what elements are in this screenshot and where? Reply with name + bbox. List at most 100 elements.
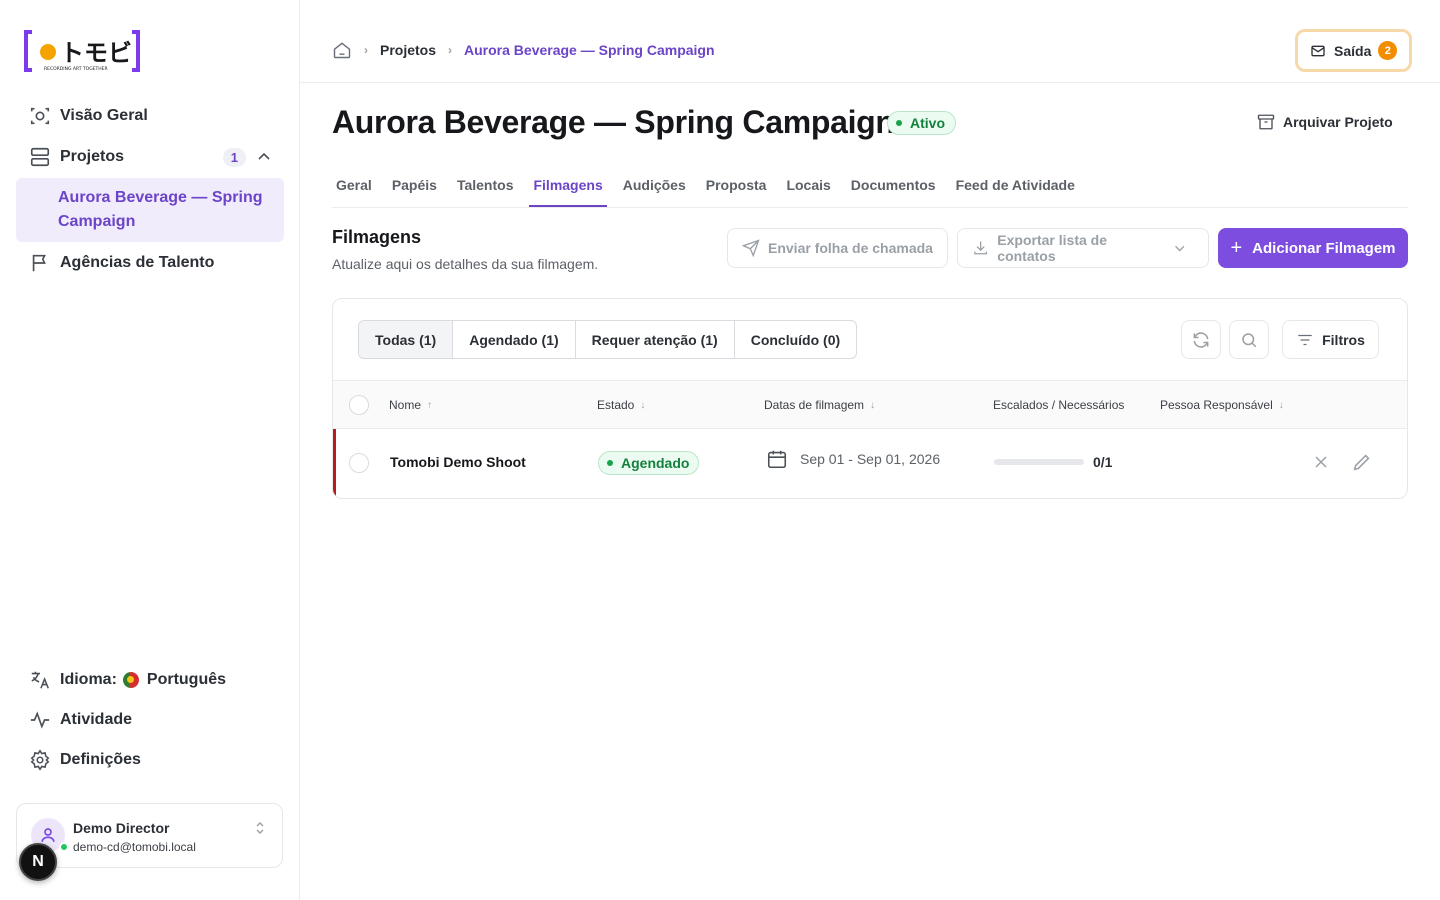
pencil-icon[interactable]: [1351, 451, 1373, 473]
sidebar-item-label: Agências de Talento: [60, 254, 215, 271]
tab-activity-feed[interactable]: Feed de Atividade: [952, 168, 1079, 207]
select-all-checkbox[interactable]: [349, 395, 369, 415]
mail-icon: [1311, 45, 1325, 56]
sidebar-item-label: Projetos: [60, 148, 125, 165]
column-label: Datas de filmagem: [764, 398, 865, 412]
language-selector[interactable]: Idioma: Português: [16, 660, 284, 700]
shoot-dates-label: Sep 01 - Sep 01, 2026: [800, 451, 941, 467]
activity-icon: [28, 708, 52, 732]
table-header: Nome ↑ Estado ↓ Datas de filmagem ↓ Escalad…: [333, 380, 1407, 429]
sidebar-item-settings[interactable]: Definições: [16, 740, 284, 780]
tab-documents[interactable]: Documentos: [847, 168, 940, 207]
table-row[interactable]: Tomobi Demo Shoot Agendado Sep 01 - Sep …: [333, 429, 1407, 498]
add-shoot-button[interactable]: + Adicionar Filmagem: [1218, 228, 1408, 268]
tab-general[interactable]: Geral: [332, 168, 376, 207]
breadcrumb-current[interactable]: Aurora Beverage — Spring Campaign: [464, 42, 715, 58]
archive-project-button[interactable]: Arquivar Projeto: [1257, 113, 1393, 131]
status-badge: Agendado: [598, 451, 700, 475]
home-icon[interactable]: [332, 40, 352, 60]
section-title: Filmagens: [332, 227, 422, 247]
segment-all[interactable]: Todas (1): [359, 321, 454, 358]
user-email: demo-cd@tomobi.local: [73, 840, 196, 854]
column-label: Escalados / Necessários: [993, 398, 1125, 412]
chevron-right-icon: ›: [448, 43, 453, 57]
column-shoot-dates[interactable]: Datas de filmagem ↓: [764, 398, 875, 412]
status-filter-segments: Todas (1) Agendado (1) Requer atenção (1…: [358, 320, 858, 359]
column-label: Nome: [389, 398, 422, 412]
sidebar-item-label: Atividade: [60, 711, 133, 728]
tab-roles[interactable]: Papéis: [388, 168, 441, 207]
topbar: › Projetos › Aurora Beverage — Spring Ca…: [300, 0, 1440, 83]
export-contacts-label: Exportar lista de contatos: [997, 232, 1107, 264]
dev-tools-bubble[interactable]: N: [19, 843, 57, 881]
sidebar-item-overview[interactable]: Visão Geral: [16, 96, 284, 136]
tab-shoots[interactable]: Filmagens: [529, 168, 607, 207]
shoot-name[interactable]: Tomobi Demo Shoot: [390, 454, 526, 470]
gear-icon: [28, 748, 52, 772]
sidebar-item-activity[interactable]: Atividade: [16, 700, 284, 740]
add-shoot-label: Adicionar Filmagem: [1252, 239, 1396, 257]
column-status[interactable]: Estado ↓: [597, 398, 645, 412]
scan-icon: [28, 104, 52, 128]
shoot-dates: Sep 01 - Sep 01, 2026: [766, 448, 940, 470]
translate-icon: [28, 668, 52, 692]
refresh-button[interactable]: [1181, 320, 1221, 359]
tomobi-logo[interactable]: トモビ RECORDING ART TOGETHER: [24, 30, 140, 74]
archive-label: Arquivar Projeto: [1283, 114, 1393, 130]
cast-ratio: 0/1: [1093, 454, 1113, 470]
flag-icon: [28, 251, 52, 275]
tab-locations[interactable]: Locais: [782, 168, 834, 207]
tab-auditions[interactable]: Audições: [619, 168, 690, 207]
sidebar: トモビ RECORDING ART TOGETHER Visão Geral P…: [0, 0, 300, 900]
chevron-down-icon: [1174, 245, 1184, 252]
send-callsheet-label: Enviar folha de chamada: [768, 240, 933, 256]
row-checkbox[interactable]: [349, 453, 369, 473]
calendar-icon: [767, 450, 787, 469]
cast-progress-bar: [994, 459, 1084, 465]
outbox-count-badge: 2: [1378, 41, 1398, 60]
project-tabs: Geral Papéis Talentos Filmagens Audições…: [332, 168, 1408, 208]
sort-icon: ↓: [870, 399, 876, 411]
projects-count-badge: 1: [222, 147, 246, 167]
close-icon[interactable]: [1311, 452, 1331, 472]
filter-lines-icon: [1298, 334, 1312, 345]
send-icon: [742, 239, 760, 257]
project-status-label: Ativo: [910, 115, 945, 131]
status-label: Agendado: [621, 455, 690, 471]
chevron-right-icon: ›: [364, 43, 368, 57]
filters-button[interactable]: Filtros: [1282, 320, 1379, 359]
tab-talents[interactable]: Talentos: [453, 168, 518, 207]
sidebar-subitem-active-project[interactable]: Aurora Beverage — Spring Campaign: [16, 178, 284, 242]
column-owner[interactable]: Pessoa Responsável ↓: [1160, 398, 1284, 412]
search-button[interactable]: [1229, 320, 1269, 359]
outbox-label: Saída: [1334, 42, 1372, 59]
send-callsheet-button[interactable]: Enviar folha de chamada: [727, 228, 948, 268]
tab-proposal[interactable]: Proposta: [702, 168, 771, 207]
language-label: Idioma:: [60, 671, 117, 688]
server-stack-icon: [28, 145, 52, 169]
column-label: Pessoa Responsável: [1160, 398, 1273, 412]
column-cast-ratio: Escalados / Necessários: [993, 398, 1124, 412]
export-contacts-dropdown[interactable]: Exportar lista de contatos: [957, 228, 1209, 268]
segment-completed[interactable]: Concluído (0): [735, 321, 856, 358]
svg-text:RECORDING ART TOGETHER: RECORDING ART TOGETHER: [44, 66, 108, 72]
segment-scheduled[interactable]: Agendado (1): [453, 321, 576, 358]
sidebar-item-projects[interactable]: Projetos 1: [16, 137, 284, 177]
project-status-badge: Ativo: [887, 111, 956, 135]
segment-needs-attention[interactable]: Requer atenção (1): [576, 321, 735, 358]
outbox-button[interactable]: Saída 2: [1295, 29, 1412, 72]
chevron-up-down-icon: [256, 822, 264, 834]
sort-icon: ↓: [1278, 399, 1284, 411]
svg-text:トモビ: トモビ: [60, 39, 132, 67]
download-icon: [974, 241, 988, 255]
main-nav: Visão Geral Projetos 1 Aurora Beverage —…: [16, 96, 284, 283]
column-label: Estado: [597, 398, 635, 412]
search-icon: [1242, 332, 1257, 347]
user-name: Demo Director: [73, 820, 170, 836]
page-title: Aurora Beverage — Spring Campaign: [332, 104, 895, 140]
breadcrumb-projects[interactable]: Projetos: [380, 42, 436, 58]
chevron-up-icon[interactable]: [256, 149, 272, 165]
column-name[interactable]: Nome ↑: [389, 398, 432, 412]
status-dot: [607, 460, 613, 466]
sidebar-item-talent-agencies[interactable]: Agências de Talento: [16, 243, 284, 283]
